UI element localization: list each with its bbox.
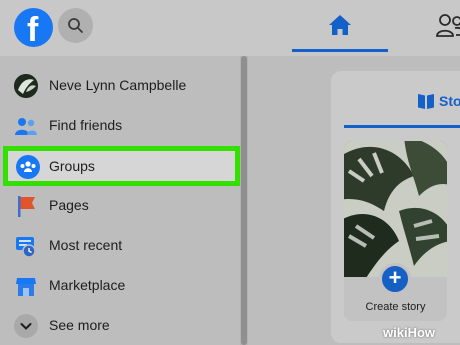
- sidebar-item-marketplace[interactable]: Marketplace: [0, 266, 240, 306]
- sidebar-scrollbar[interactable]: [240, 56, 248, 345]
- sidebar-item-label: Groups: [49, 158, 95, 174]
- top-navigation-bar: f: [0, 0, 460, 56]
- sidebar-item-profile[interactable]: Neve Lynn Campbelle: [0, 66, 240, 106]
- active-tab-indicator: [292, 49, 388, 52]
- sidebar-item-label: Marketplace: [49, 277, 126, 293]
- sidebar-item-most-recent[interactable]: Most recent: [0, 226, 240, 266]
- wikihow-watermark: wikiHow: [383, 325, 435, 340]
- active-tab-indicator: [344, 125, 460, 128]
- stories-card: Sto + Create story: [331, 71, 460, 343]
- search-icon: [68, 18, 83, 33]
- tab-stories[interactable]: Sto: [439, 93, 460, 109]
- sidebar-item-pages[interactable]: Pages: [0, 186, 240, 226]
- sidebar-item-label: Pages: [49, 197, 89, 213]
- watermark-how: How: [407, 325, 436, 340]
- left-sidebar: Neve Lynn Campbelle Find friends Groups: [0, 56, 240, 345]
- friends-icon: [14, 114, 38, 138]
- search-button[interactable]: [58, 8, 93, 43]
- plus-icon[interactable]: +: [379, 263, 411, 295]
- create-story-tile[interactable]: + Create story: [344, 141, 447, 321]
- sidebar-item-label: Most recent: [49, 237, 123, 253]
- tab-home[interactable]: [292, 0, 388, 56]
- friends-icon: [436, 14, 460, 37]
- watermark-wiki: wiki: [383, 325, 408, 340]
- facebook-logo-icon[interactable]: f: [14, 8, 53, 49]
- sidebar-item-label: See more: [49, 317, 110, 333]
- sidebar-item-groups[interactable]: Groups: [3, 146, 240, 186]
- clock-feed-icon: [14, 234, 38, 258]
- store-icon: [14, 274, 38, 298]
- book-icon: [418, 94, 434, 109]
- avatar: [14, 74, 38, 98]
- tab-friends[interactable]: [420, 0, 460, 56]
- groups-icon: [16, 155, 40, 179]
- chevron-down-icon: [14, 314, 38, 338]
- sidebar-item-label: Find friends: [49, 117, 123, 133]
- sidebar-item-see-more[interactable]: See more: [0, 306, 240, 345]
- scrollbar-thumb[interactable]: [241, 56, 247, 345]
- flag-icon: [14, 194, 38, 218]
- sidebar-item-label: Neve Lynn Campbelle: [49, 77, 187, 93]
- story-photo: [344, 141, 447, 277]
- create-story-label: Create story: [365, 301, 426, 313]
- home-icon: [329, 15, 351, 35]
- sidebar-item-find-friends[interactable]: Find friends: [0, 106, 240, 146]
